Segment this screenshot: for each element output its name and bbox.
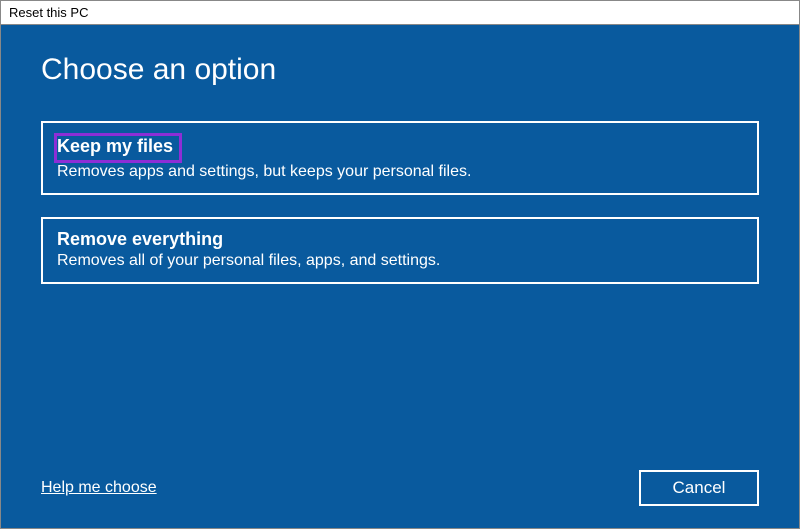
option-keep-my-files[interactable]: Keep my files Removes apps and settings,… (41, 121, 759, 195)
options-list: Keep my files Removes apps and settings,… (41, 121, 759, 284)
window-title: Reset this PC (9, 5, 88, 20)
option-title: Keep my files (57, 136, 173, 157)
reset-pc-window: Reset this PC Choose an option Keep my f… (0, 0, 800, 529)
cancel-button[interactable]: Cancel (639, 470, 759, 506)
highlight-annotation: Keep my files (54, 133, 182, 163)
option-title: Remove everything (57, 229, 223, 250)
titlebar: Reset this PC (1, 1, 799, 25)
content-area: Choose an option Keep my files Removes a… (1, 25, 799, 528)
page-heading: Choose an option (41, 53, 759, 87)
option-description: Removes apps and settings, but keeps you… (57, 163, 743, 181)
option-remove-everything[interactable]: Remove everything Removes all of your pe… (41, 217, 759, 284)
footer: Help me choose Cancel (41, 470, 759, 506)
help-me-choose-link[interactable]: Help me choose (41, 479, 157, 497)
option-description: Removes all of your personal files, apps… (57, 252, 743, 270)
